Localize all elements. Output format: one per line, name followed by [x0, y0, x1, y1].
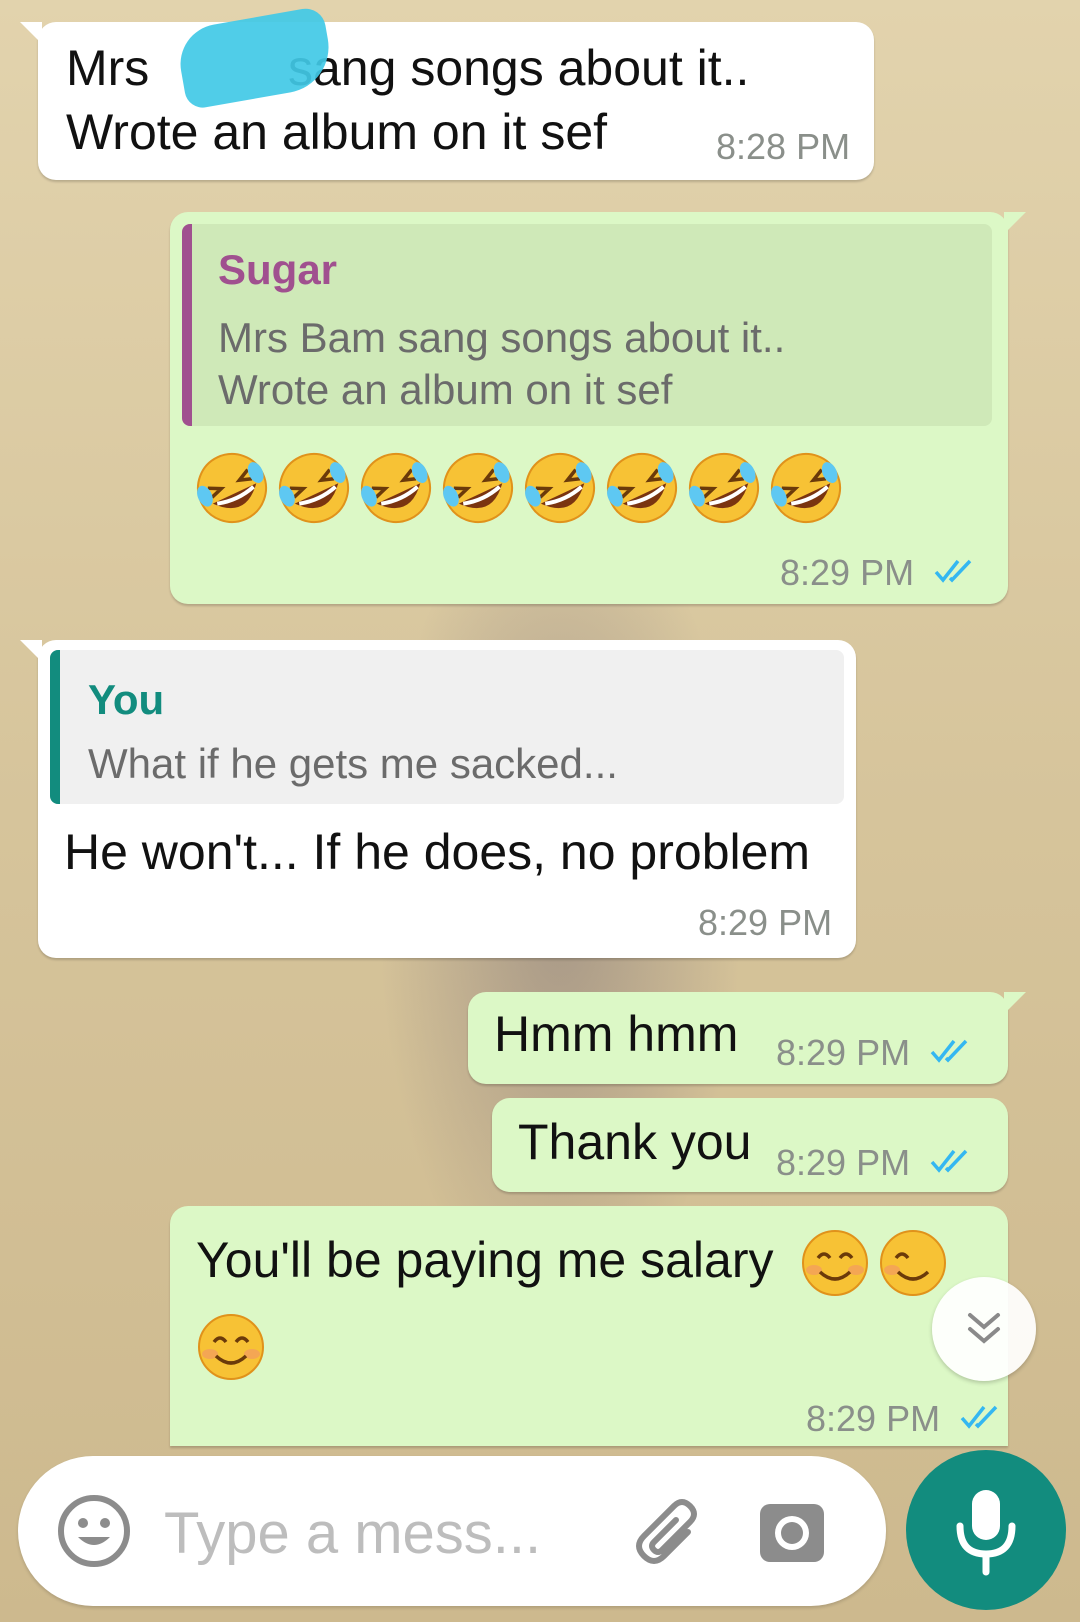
quote-author: You [88, 676, 165, 723]
quote-text: What if he gets me sacked... [88, 740, 618, 787]
message-time: 8:29 PM [776, 1142, 911, 1183]
rolling-on-floor-laughing-emoji [279, 453, 349, 523]
read-ticks-icon [934, 559, 972, 583]
rolling-on-floor-laughing-emoji [197, 453, 267, 523]
quote-bar [50, 650, 60, 804]
quote-bar [182, 224, 192, 426]
mic-icon [956, 1490, 1016, 1576]
message-bubble-outgoing[interactable]: Thank you 8:29 PM [492, 1098, 1008, 1192]
message-text: Wrote an album on it sef [66, 104, 608, 160]
message-text: Thank you [518, 1114, 752, 1170]
message-time: 8:29 PM [780, 552, 915, 593]
quoted-message[interactable]: You What if he gets me sacked... [50, 650, 844, 804]
scroll-down-icon [968, 1313, 1000, 1344]
message-time: 8:29 PM [806, 1398, 941, 1439]
message-composer[interactable]: Type a mess... [18, 1456, 886, 1606]
message-bubble-incoming[interactable]: Mrs sang songs about it.. Wrote an album… [20, 22, 874, 180]
message-bubble-outgoing[interactable]: Sugar Mrs Bam sang songs about it.. Wrot… [170, 212, 1026, 604]
message-bubble-incoming[interactable]: You What if he gets me sacked... He won'… [20, 640, 856, 958]
smiling-face-emoji [198, 1314, 264, 1380]
rolling-on-floor-laughing-emoji [361, 453, 431, 523]
message-time: 8:29 PM [776, 1032, 911, 1073]
message-bubble-outgoing[interactable]: Hmm hmm 8:29 PM [468, 992, 1026, 1084]
message-bubble-outgoing[interactable]: You'll be paying me salary 8:29 PM [170, 1206, 1008, 1446]
read-ticks-icon [960, 1405, 998, 1429]
emoji-row [194, 450, 844, 526]
smiling-face-emoji [802, 1230, 868, 1296]
camera-icon[interactable] [752, 1492, 832, 1572]
message-text: You'll be paying me salary [196, 1232, 774, 1288]
attach-icon[interactable] [630, 1494, 710, 1574]
rolling-on-floor-laughing-emoji [771, 453, 841, 523]
rolling-on-floor-laughing-emoji [607, 453, 677, 523]
message-time: 8:28 PM [716, 126, 851, 167]
emoji-icon[interactable] [54, 1491, 134, 1571]
message-text: Hmm hmm [494, 1006, 739, 1062]
quote-text: Wrote an album on it sef [218, 366, 673, 413]
message-input[interactable]: Type a mess... [164, 1500, 541, 1567]
rolling-on-floor-laughing-emoji [525, 453, 595, 523]
quote-text: Mrs Bam sang songs about it.. [218, 314, 786, 361]
rolling-on-floor-laughing-emoji [689, 453, 759, 523]
scroll-down-button[interactable] [932, 1277, 1036, 1381]
message-text: Mrs [66, 40, 150, 96]
message-text: He won't... If he does, no problem [64, 824, 811, 880]
read-ticks-icon [930, 1039, 968, 1063]
voice-record-button[interactable] [906, 1450, 1066, 1610]
message-time: 8:29 PM [698, 902, 833, 943]
quote-author: Sugar [218, 246, 338, 293]
quoted-message[interactable]: Sugar Mrs Bam sang songs about it.. Wrot… [182, 224, 992, 426]
read-ticks-icon [930, 1149, 968, 1173]
rolling-on-floor-laughing-emoji [443, 453, 513, 523]
message-text: sang songs about it.. [288, 40, 750, 96]
